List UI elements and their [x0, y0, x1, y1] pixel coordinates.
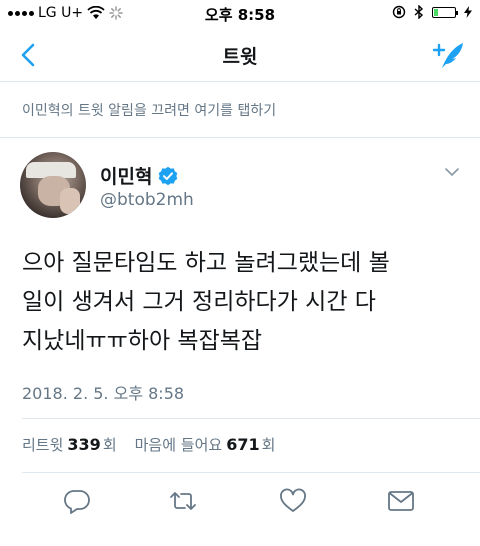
share-icon[interactable] [386, 486, 416, 516]
retweet-unit: 회 [102, 436, 117, 454]
tweet-text-line: 일이 생겨서 그거 정리하다가 시간 다 [22, 289, 376, 315]
orientation-lock-icon [392, 5, 406, 19]
tweet-timestamp: 2018. 2. 5. 오후 8:58 [22, 384, 185, 403]
compose-tweet-icon[interactable] [432, 38, 466, 72]
retweet-count: 339 [67, 435, 101, 454]
bluetooth-icon [414, 5, 424, 19]
like-count: 671 [226, 435, 260, 454]
like-label: 마음에 들어요 [134, 436, 223, 454]
page-title: 트윗 [222, 46, 258, 68]
retweet-label: 리트윗 [22, 436, 64, 454]
avatar[interactable] [20, 152, 86, 218]
verified-badge-icon [159, 166, 178, 185]
chevron-down-icon[interactable] [444, 166, 460, 178]
like-icon[interactable] [278, 486, 308, 516]
status-bar: LG U+ 오후 8:58 [0, 0, 480, 28]
charging-icon [464, 6, 472, 18]
user-name-row[interactable]: 이민혁 [100, 162, 178, 189]
battery-icon [432, 6, 458, 18]
like-unit: 회 [261, 436, 276, 454]
tweet-text-line: 으아 질문타임도 하고 놀려그랬는데 볼 [22, 250, 390, 276]
user-name: 이민혁 [100, 166, 153, 188]
divider [22, 418, 480, 419]
likes-link[interactable]: 671 회 [226, 434, 275, 455]
notification-prompt[interactable]: 이민혁의 트윗 알림을 끄려면 여기를 탭하기 [0, 82, 480, 138]
status-right [392, 5, 472, 19]
tweet-text: 으아 질문타임도 하고 놀려그랬는데 볼 일이 생겨서 그거 정리하다가 시간 … [22, 244, 462, 361]
user-handle[interactable]: @btob2mh [100, 190, 194, 210]
tweet-actions [0, 486, 480, 522]
tweet-text-line: 지났네ㅠㅠ하아 복잡복잡 [22, 328, 263, 354]
retweet-icon[interactable] [168, 486, 198, 516]
reply-icon[interactable] [62, 486, 92, 516]
tweet-stats: 리트윗 339 회 마음에 들어요 671 회 [22, 434, 275, 455]
retweets-link[interactable]: 339 회 [67, 434, 116, 455]
nav-bar: 트윗 [0, 28, 480, 82]
divider [22, 472, 480, 473]
